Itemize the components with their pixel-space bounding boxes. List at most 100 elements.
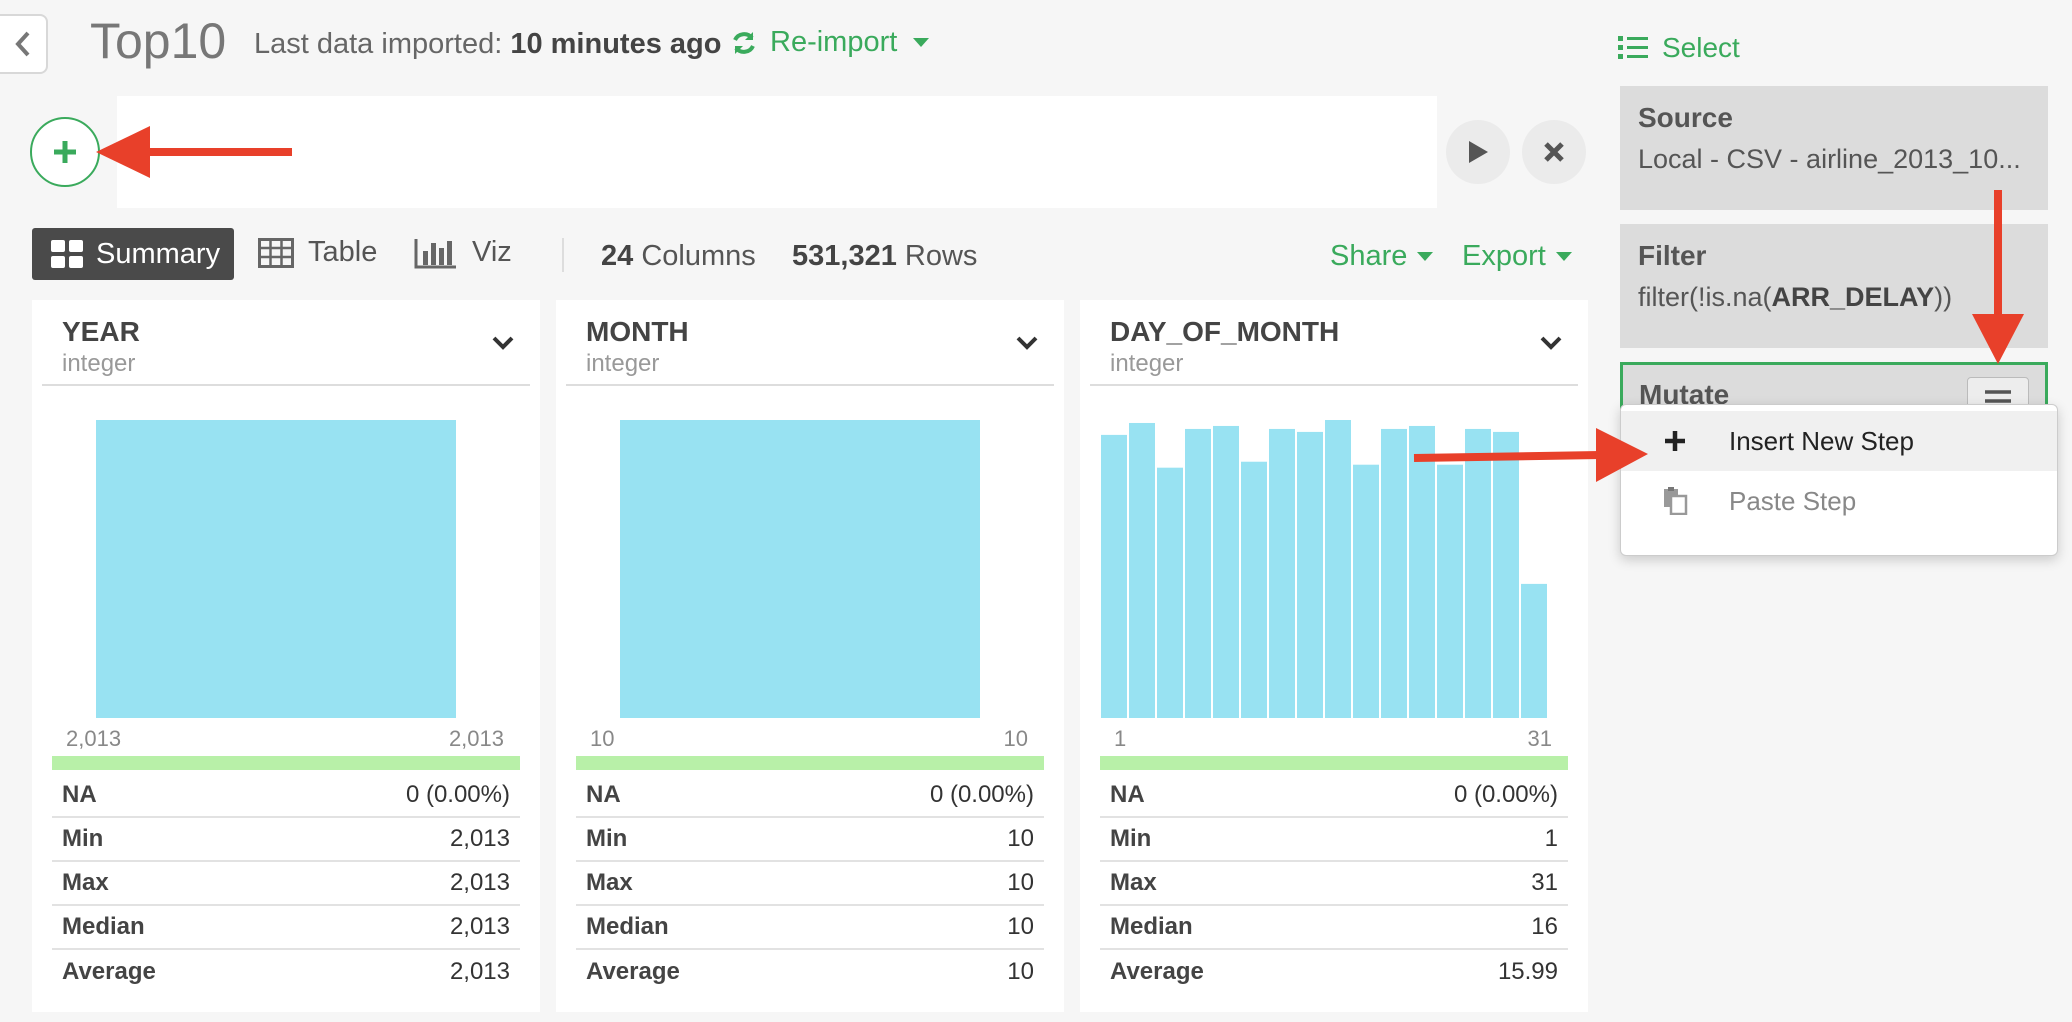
stat-value: 2,013: [449, 869, 510, 896]
histogram-bar[interactable]: [1129, 422, 1155, 718]
stat-value: 15.99: [1497, 958, 1558, 985]
columns-count-label: Columns: [641, 240, 756, 272]
list-icon: [1618, 36, 1648, 59]
histogram-bar[interactable]: [1521, 583, 1547, 718]
histogram-bar[interactable]: [1185, 428, 1211, 718]
stat-label: Min: [1110, 825, 1152, 852]
stat-value: 0 (0.00%): [929, 781, 1034, 808]
stats-table: NA 0 (0.00%) Min 1 Max 31 Median 16 Average 1…: [1100, 774, 1568, 994]
valid-ratio-bar: [52, 756, 520, 770]
paste-step-label: Paste Step: [1729, 485, 1857, 516]
paste-step-menu-item[interactable]: Paste Step: [1621, 471, 2057, 531]
column-menu-button[interactable]: [1016, 336, 1038, 355]
histogram-bar[interactable]: [620, 420, 980, 718]
stat-value: 31: [1531, 869, 1558, 896]
export-button[interactable]: Export: [1462, 240, 1572, 273]
filter-column: ARR_DELAY: [1771, 282, 1935, 312]
histogram-bar[interactable]: [1157, 467, 1183, 718]
tab-viz-label: Viz: [472, 236, 512, 268]
filter-code-suffix: )): [1934, 282, 1953, 312]
share-button[interactable]: Share: [1330, 240, 1434, 273]
histogram-bar[interactable]: [1409, 425, 1435, 718]
stats-table: NA 0 (0.00%) Min 10 Max 10 Median 10 Average…: [576, 774, 1044, 994]
imported-label: Last data imported:: [254, 28, 503, 60]
grid-icon: [51, 240, 83, 268]
paste-icon: [1621, 487, 1729, 515]
histogram-bar[interactable]: [1325, 420, 1351, 718]
histogram-bar[interactable]: [1269, 428, 1295, 718]
rows-count: 531,321 Rows: [792, 240, 977, 273]
column-name: MONTH: [586, 316, 689, 347]
tab-viz[interactable]: Viz: [414, 236, 512, 269]
histogram-min-label: 10: [590, 726, 615, 751]
column-type: integer: [1110, 350, 1184, 377]
step-source[interactable]: Source Local - CSV - airline_2013_10...: [1620, 86, 2048, 210]
valid-ratio-bar: [576, 756, 1044, 770]
stat-value: 10: [1007, 869, 1034, 896]
step-title: Filter: [1638, 240, 1707, 271]
stat-label: Average: [62, 958, 156, 985]
refresh-icon: [733, 31, 755, 54]
stat-label: Max: [1110, 869, 1157, 896]
histogram-bar[interactable]: [1465, 428, 1491, 718]
stat-row: NA 0 (0.00%): [52, 774, 520, 818]
back-button[interactable]: [0, 14, 48, 74]
column-card: YEAR integer 2,013 2,013 NA 0 (0.00%) Min…: [32, 300, 540, 1012]
stat-row: Average 2,013: [52, 950, 520, 994]
step-description: Local - CSV - airline_2013_10...: [1638, 144, 2021, 174]
stat-label: Min: [586, 825, 628, 852]
play-icon: [1469, 141, 1488, 163]
select-step-link[interactable]: Select: [1618, 32, 1740, 64]
stat-row: Min 2,013: [52, 818, 520, 862]
caret-down-icon: [913, 38, 930, 47]
insert-new-step-menu-item[interactable]: Insert New Step: [1621, 411, 2057, 471]
histogram-bar[interactable]: [1353, 464, 1379, 718]
column-type: integer: [586, 350, 660, 377]
stat-label: NA: [586, 781, 621, 808]
chevron-down-icon: [1540, 336, 1562, 350]
histogram-bar[interactable]: [1437, 464, 1463, 718]
stat-row: NA 0 (0.00%): [576, 774, 1044, 818]
histogram-bar[interactable]: [1241, 461, 1267, 718]
stat-value: 10: [1007, 958, 1034, 985]
filter-code-prefix: filter(!is.na(: [1638, 282, 1772, 312]
tab-table[interactable]: Table: [258, 236, 377, 269]
histogram-bar[interactable]: [96, 420, 456, 718]
imported-value: 10 minutes ago: [510, 28, 722, 60]
stat-label: Average: [1110, 958, 1204, 985]
stat-label: Median: [62, 913, 145, 940]
add-step-button[interactable]: [30, 117, 100, 187]
histogram-min-label: 1: [1114, 726, 1127, 751]
stat-row: Median 2,013: [52, 906, 520, 950]
tab-summary[interactable]: Summary: [32, 228, 234, 280]
histogram-bar[interactable]: [1493, 431, 1519, 718]
stat-row: Max 2,013: [52, 862, 520, 906]
step-filter[interactable]: Filter filter(!is.na(ARR_DELAY)): [1620, 224, 2048, 348]
column-menu-button[interactable]: [492, 336, 514, 355]
histogram-chart: [96, 420, 456, 718]
histogram-max-label: 31: [1527, 726, 1552, 751]
close-icon: [1544, 142, 1564, 162]
histogram-max-label: 2,013: [448, 726, 504, 751]
caret-down-icon: [1555, 252, 1572, 261]
histogram-bar[interactable]: [1297, 431, 1323, 718]
stat-value: 16: [1531, 913, 1558, 940]
column-card: DAY_OF_MONTH integer 1 31 NA 0 (0.00%) Mi…: [1080, 300, 1588, 1012]
rows-count-value: 531,321: [792, 240, 897, 272]
chevron-down-icon: [1016, 336, 1038, 350]
command-input[interactable]: [117, 96, 1437, 208]
reimport-button[interactable]: Re-import: [730, 26, 930, 59]
run-button[interactable]: [1446, 120, 1510, 184]
select-label: Select: [1662, 32, 1740, 63]
rows-count-label: Rows: [904, 240, 978, 272]
histogram-bar[interactable]: [1101, 434, 1127, 718]
stat-label: Max: [586, 869, 633, 896]
histogram-bar[interactable]: [1381, 428, 1407, 718]
clear-button[interactable]: [1522, 120, 1586, 184]
histogram-bar[interactable]: [1213, 425, 1239, 718]
stat-row: Median 10: [576, 906, 1044, 950]
step-description: filter(!is.na(ARR_DELAY)): [1638, 282, 2030, 313]
chevron-down-icon: [492, 336, 514, 350]
column-menu-button[interactable]: [1540, 336, 1562, 355]
stat-row: Max 10: [576, 862, 1044, 906]
